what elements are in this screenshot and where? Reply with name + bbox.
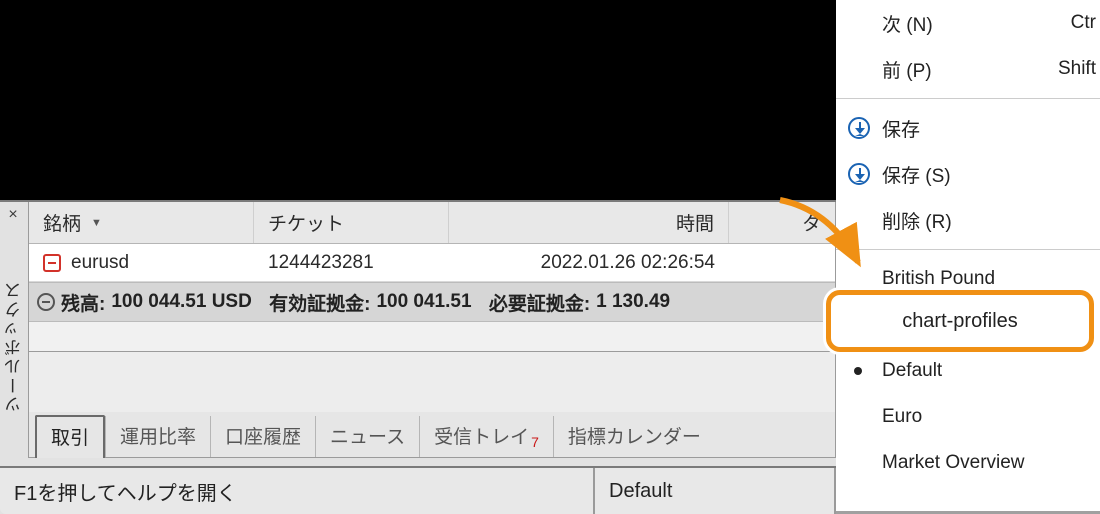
menu-item-label: Market Overview [882,452,1025,474]
panel-vertical-title-text: ツールボックス [2,280,27,413]
td-symbol-text: eurusd [71,252,129,274]
th-time[interactable]: 時間 [449,202,729,243]
menu-item-prev[interactable]: 前 (P) Shift [836,46,1100,92]
table-row[interactable]: eurusd 1244423281 2022.01.26 02:26:54 [29,244,835,282]
balance-value: 100 044.51 USD [111,291,252,313]
download-icon [848,117,870,139]
menu-item-shortcut: Shift [1058,58,1100,80]
menu-item-label: 前 (P) [882,56,932,83]
account-summary-row: 残高: 100 044.51 USD 有効証拠金: 100 041.51 必要証… [29,282,835,322]
close-icon[interactable]: × [4,206,22,224]
th-ticket[interactable]: チケット [254,202,449,243]
menu-item-label: 保存 [882,115,920,142]
balance-label: 残高: [61,289,105,316]
positions-table: 銘柄 ▼ チケット 時間 タ eurusd 1244423281 2022.01.… [28,202,836,352]
td-ticket: 1244423281 [254,252,449,274]
inbox-badge: 7 [531,434,539,450]
menu-item-next[interactable]: 次 (N) Ctr [836,0,1100,46]
sort-desc-icon: ▼ [91,217,102,229]
menu-item-label: chart-profiles [882,314,992,336]
menu-separator [836,98,1100,99]
tab-history[interactable]: 口座履歴 [210,416,315,457]
tab-trade[interactable]: 取引 [35,415,105,458]
tab-news[interactable]: ニュース [315,416,419,457]
tab-calendar[interactable]: 指標カレンダー [553,416,715,457]
menu-item-label: British Pound [882,268,995,290]
menu-item-profile-chart-profiles[interactable]: chart-profiles [836,302,1100,348]
equity-value: 100 041.51 [376,291,471,313]
panel-body-space [28,352,836,412]
equity-label: 有効証拠金: [269,289,370,316]
bullet-icon [854,367,862,375]
menu-item-save-as[interactable]: 保存 (S) [836,151,1100,197]
th-symbol[interactable]: 銘柄 ▼ [29,202,254,243]
context-menu: 次 (N) Ctr 前 (P) Shift 保存 保存 (S) 削除 (R) B… [836,0,1100,514]
panel-tabs: 取引 運用比率 口座履歴 ニュース 受信トレイ7 指標カレンダー [28,412,836,458]
margin-value: 1 130.49 [596,291,670,313]
menu-item-label: 削除 (R) [882,207,952,234]
status-help: F1を押してヘルプを開く [0,468,595,514]
menu-item-profile-euro[interactable]: Euro [836,394,1100,440]
menu-separator [836,249,1100,250]
menu-item-label: 保存 (S) [882,161,951,188]
menu-item-profile-british-pound[interactable]: British Pound [836,256,1100,302]
panel-vertical-title: ツールボックス [0,232,28,460]
menu-item-label: Default [882,360,942,382]
th-last[interactable]: タ [729,202,835,243]
position-sell-icon [43,254,61,272]
tab-inbox-label: 受信トレイ [434,427,529,448]
menu-item-profile-default[interactable]: Default [836,348,1100,394]
top-black-area [0,0,836,200]
status-profile: Default [595,468,836,514]
td-symbol: eurusd [29,252,254,274]
menu-item-delete[interactable]: 削除 (R) [836,197,1100,243]
menu-item-save[interactable]: 保存 [836,105,1100,151]
menu-item-label: Euro [882,406,922,428]
table-header-row: 銘柄 ▼ チケット 時間 タ [29,202,835,244]
tab-inbox[interactable]: 受信トレイ7 [419,416,553,457]
tab-exposure[interactable]: 運用比率 [105,416,210,457]
menu-item-profile-market-overview[interactable]: Market Overview [836,440,1100,486]
menu-item-shortcut: Ctr [1071,12,1100,34]
td-time: 2022.01.26 02:26:54 [449,252,729,274]
collapse-icon[interactable] [37,293,55,311]
margin-label: 必要証拠金: [489,289,590,316]
status-bar: F1を押してヘルプを開く Default [0,466,836,514]
menu-item-label: 次 (N) [882,10,933,37]
panel-left-strip: × ツールボックス [0,202,28,460]
toolbox-panel: × ツールボックス 銘柄 ▼ チケット 時間 タ eurusd 124442328… [0,200,836,514]
th-symbol-label: 銘柄 [43,209,81,236]
download-icon [848,163,870,185]
